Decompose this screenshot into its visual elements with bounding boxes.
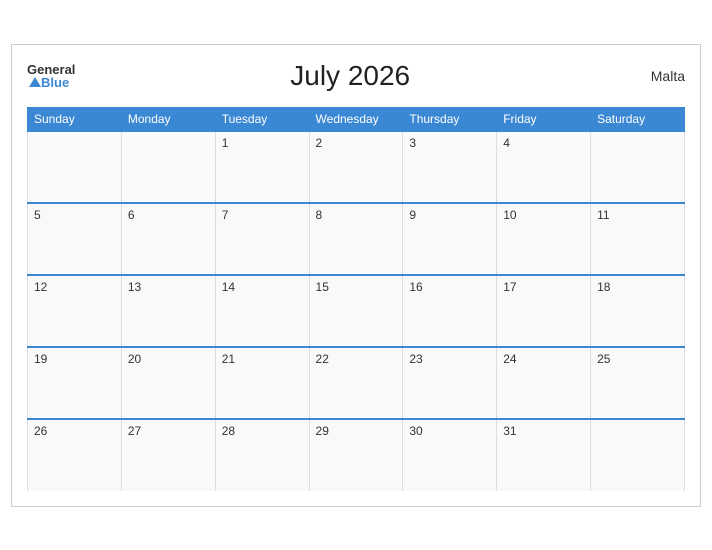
day-number: 31 xyxy=(503,424,516,438)
table-row: 2 xyxy=(309,131,403,203)
table-row: 25 xyxy=(591,347,685,419)
day-number: 14 xyxy=(222,280,235,294)
day-number: 27 xyxy=(128,424,141,438)
table-row: 8 xyxy=(309,203,403,275)
table-row: 15 xyxy=(309,275,403,347)
table-row xyxy=(591,131,685,203)
day-number: 25 xyxy=(597,352,610,366)
day-number: 18 xyxy=(597,280,610,294)
day-number: 16 xyxy=(409,280,422,294)
logo-blue-text: Blue xyxy=(41,76,69,89)
table-row xyxy=(121,131,215,203)
day-number: 28 xyxy=(222,424,235,438)
header-saturday: Saturday xyxy=(591,107,685,131)
table-row: 22 xyxy=(309,347,403,419)
day-number: 4 xyxy=(503,136,510,150)
country-label: Malta xyxy=(625,68,685,84)
day-number: 29 xyxy=(316,424,329,438)
table-row: 13 xyxy=(121,275,215,347)
header-monday: Monday xyxy=(121,107,215,131)
logo: General Blue xyxy=(27,63,75,89)
month-title: July 2026 xyxy=(75,60,625,92)
day-number: 1 xyxy=(222,136,229,150)
day-number: 12 xyxy=(34,280,47,294)
table-row: 14 xyxy=(215,275,309,347)
logo-triangle-icon xyxy=(29,77,41,87)
day-number: 24 xyxy=(503,352,516,366)
calendar: General Blue July 2026 Malta Sunday Mond… xyxy=(11,44,701,507)
day-number: 22 xyxy=(316,352,329,366)
table-row: 31 xyxy=(497,419,591,491)
logo-general-text: General xyxy=(27,63,75,76)
header-tuesday: Tuesday xyxy=(215,107,309,131)
table-row: 11 xyxy=(591,203,685,275)
table-row: 29 xyxy=(309,419,403,491)
table-row: 1 xyxy=(215,131,309,203)
day-number: 9 xyxy=(409,208,416,222)
table-row: 17 xyxy=(497,275,591,347)
day-number: 17 xyxy=(503,280,516,294)
table-row: 4 xyxy=(497,131,591,203)
table-row: 24 xyxy=(497,347,591,419)
table-row: 10 xyxy=(497,203,591,275)
table-row: 19 xyxy=(28,347,122,419)
header-wednesday: Wednesday xyxy=(309,107,403,131)
calendar-header: General Blue July 2026 Malta xyxy=(27,55,685,97)
day-number: 11 xyxy=(597,208,609,222)
day-number: 20 xyxy=(128,352,141,366)
table-row: 23 xyxy=(403,347,497,419)
calendar-week-row: 19 20 21 22 23 24 25 xyxy=(28,347,685,419)
table-row: 27 xyxy=(121,419,215,491)
day-number: 6 xyxy=(128,208,135,222)
day-number: 23 xyxy=(409,352,422,366)
table-row xyxy=(591,419,685,491)
table-row: 30 xyxy=(403,419,497,491)
day-number: 15 xyxy=(316,280,329,294)
header-friday: Friday xyxy=(497,107,591,131)
day-number: 8 xyxy=(316,208,323,222)
table-row: 28 xyxy=(215,419,309,491)
calendar-week-row: 12 13 14 15 16 17 18 xyxy=(28,275,685,347)
day-number: 3 xyxy=(409,136,416,150)
table-row: 12 xyxy=(28,275,122,347)
table-row: 18 xyxy=(591,275,685,347)
day-number: 7 xyxy=(222,208,229,222)
table-row: 6 xyxy=(121,203,215,275)
day-number: 19 xyxy=(34,352,47,366)
weekday-header-row: Sunday Monday Tuesday Wednesday Thursday… xyxy=(28,107,685,131)
day-number: 2 xyxy=(316,136,323,150)
day-number: 30 xyxy=(409,424,422,438)
calendar-table: Sunday Monday Tuesday Wednesday Thursday… xyxy=(27,107,685,491)
day-number: 21 xyxy=(222,352,235,366)
table-row xyxy=(28,131,122,203)
table-row: 7 xyxy=(215,203,309,275)
calendar-week-row: 5 6 7 8 9 10 11 xyxy=(28,203,685,275)
header-sunday: Sunday xyxy=(28,107,122,131)
day-number: 13 xyxy=(128,280,141,294)
table-row: 16 xyxy=(403,275,497,347)
day-number: 10 xyxy=(503,208,516,222)
table-row: 26 xyxy=(28,419,122,491)
table-row: 5 xyxy=(28,203,122,275)
calendar-week-row: 26 27 28 29 30 31 xyxy=(28,419,685,491)
table-row: 9 xyxy=(403,203,497,275)
table-row: 20 xyxy=(121,347,215,419)
table-row: 3 xyxy=(403,131,497,203)
table-row: 21 xyxy=(215,347,309,419)
calendar-week-row: 1 2 3 4 xyxy=(28,131,685,203)
header-thursday: Thursday xyxy=(403,107,497,131)
day-number: 5 xyxy=(34,208,41,222)
day-number: 26 xyxy=(34,424,47,438)
